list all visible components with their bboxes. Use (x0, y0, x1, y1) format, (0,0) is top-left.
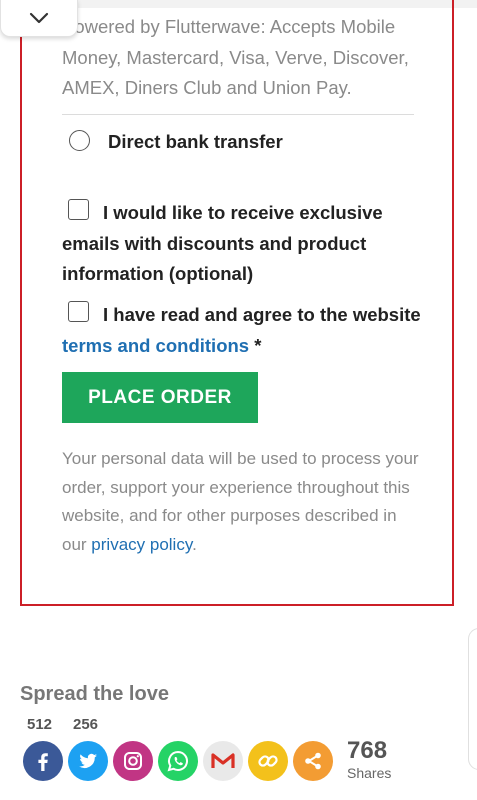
marketing-emails-text: I would like to receive exclusive emails… (62, 202, 383, 284)
total-shares-count: 768 (347, 737, 388, 764)
payment-gateway-description: Powered by Flutterwave: Accepts Mobile M… (62, 16, 409, 98)
direct-bank-transfer-radio[interactable] (69, 130, 90, 151)
twitter-share-button[interactable] (68, 741, 108, 781)
total-shares-label: Shares (347, 765, 392, 781)
twitter-share-count: 256 (73, 716, 99, 733)
whatsapp-share-button[interactable] (158, 741, 198, 781)
instagram-icon (124, 752, 142, 770)
place-order-button[interactable]: PLACE ORDER (62, 372, 258, 423)
terms-label: I have read and agree to the website ter… (62, 300, 432, 361)
privacy-policy-link[interactable]: privacy policy (91, 535, 192, 554)
more-share-button[interactable] (293, 741, 333, 781)
chevron-down-icon (29, 12, 49, 24)
link-icon (258, 755, 278, 767)
marketing-emails-label[interactable]: I would like to receive exclusive emails… (62, 198, 432, 290)
facebook-share-count: 512 (27, 716, 53, 733)
required-marker: * (254, 334, 262, 356)
direct-bank-transfer-label[interactable]: Direct bank transfer (108, 130, 283, 154)
gmail-share-button[interactable] (203, 741, 243, 781)
share-icon (305, 752, 321, 770)
collapse-toggle-button[interactable] (0, 0, 78, 37)
instagram-share-button[interactable] (113, 741, 153, 781)
terms-prefix-text: I have read and agree to the website (103, 304, 421, 325)
facebook-share-button[interactable] (23, 741, 63, 781)
privacy-text-end: . (192, 535, 197, 555)
side-panel-edge[interactable] (468, 628, 477, 770)
twitter-icon (79, 753, 97, 768)
facebook-icon (38, 753, 48, 771)
gmail-icon (211, 753, 235, 768)
whatsapp-icon (167, 750, 188, 772)
copy-link-share-button[interactable] (248, 741, 288, 781)
payment-divider (62, 114, 414, 115)
privacy-notice: Your personal data will be used to proce… (62, 445, 422, 560)
terms-and-conditions-link[interactable]: terms and conditions (62, 335, 249, 356)
spread-the-love-title: Spread the love (20, 683, 169, 705)
